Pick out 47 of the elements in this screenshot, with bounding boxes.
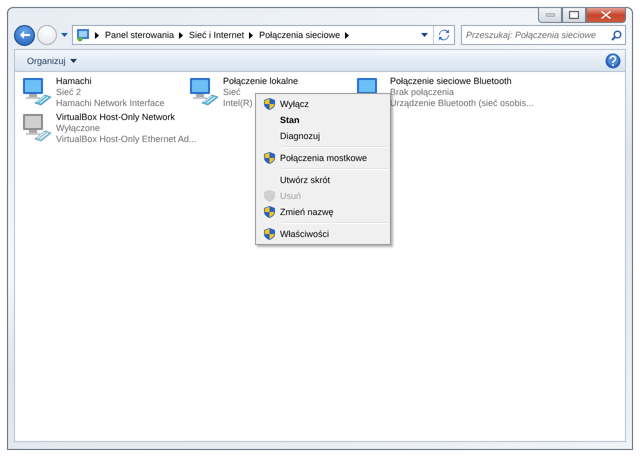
history-dropdown-icon[interactable] — [61, 32, 68, 38]
chevron-icon[interactable] — [249, 32, 254, 38]
back-button[interactable] — [14, 24, 35, 46]
network-connection-icon[interactable] — [21, 76, 53, 106]
adapter-name: Intel(R) — [223, 98, 253, 109]
help-icon[interactable] — [605, 52, 621, 68]
menu-item[interactable]: Zmień nazwę — [258, 204, 388, 220]
caret-icon — [70, 58, 77, 62]
menu-item[interactable]: Diagnozuj — [258, 128, 388, 144]
menu-item[interactable]: Stan — [258, 112, 388, 128]
dropdown-icon[interactable] — [421, 32, 428, 38]
chevron-icon[interactable] — [345, 32, 350, 38]
connection-name: Połączenie sieciowe Bluetooth — [390, 76, 512, 87]
adapter-name: VirtualBox Host-Only Ethernet Ad... — [56, 134, 196, 145]
network-connection-icon[interactable] — [21, 112, 53, 142]
adapter-name: Urządzenie Bluetooth (sieć osobis... — [390, 98, 534, 109]
connection-name: Hamachi — [56, 76, 92, 87]
maximize-button[interactable] — [562, 7, 586, 23]
address-bar[interactable]: Panel sterowania Sieć i Internet Połączenia sieciowe — [72, 25, 455, 45]
chevron-icon[interactable] — [95, 32, 100, 38]
close-button[interactable] — [586, 7, 626, 23]
connection-status: Sieć — [223, 87, 241, 98]
organize-button[interactable]: Organizuj — [25, 54, 79, 68]
connection-name: Połączenie lokalne — [223, 76, 298, 87]
close-icon — [601, 11, 611, 19]
menu-item[interactable]: Połączenia mostkowe — [258, 150, 388, 166]
refresh-icon — [438, 29, 450, 41]
minimize-button[interactable] — [538, 7, 562, 23]
connection-status: Brak połączenia — [390, 87, 454, 98]
breadcrumb[interactable]: Sieć i Internet — [189, 30, 244, 40]
menu-item[interactable]: Właściwości — [258, 226, 388, 242]
control-panel-icon — [76, 28, 90, 42]
connection-status: Wyłączone — [56, 123, 100, 134]
search-icon[interactable] — [611, 30, 622, 40]
maximize-icon — [569, 11, 579, 19]
network-connection-icon[interactable] — [188, 76, 220, 106]
minimize-icon — [546, 13, 554, 17]
breadcrumb[interactable]: Panel sterowania — [105, 30, 174, 40]
back-arrow-icon — [18, 29, 30, 41]
menu-item[interactable]: Utwórz skrót — [258, 172, 388, 188]
menu-item[interactable]: Wyłącz — [258, 96, 388, 112]
chevron-icon[interactable] — [179, 32, 184, 38]
search-field[interactable]: Przeszukaj: Połączenia sieciowe — [461, 25, 626, 45]
connection-name: VirtualBox Host-Only Network — [56, 112, 175, 123]
connection-status: Sieć 2 — [56, 87, 82, 98]
breadcrumb[interactable]: Połączenia sieciowe — [259, 30, 340, 40]
adapter-name: Hamachi Network Interface — [56, 98, 165, 109]
